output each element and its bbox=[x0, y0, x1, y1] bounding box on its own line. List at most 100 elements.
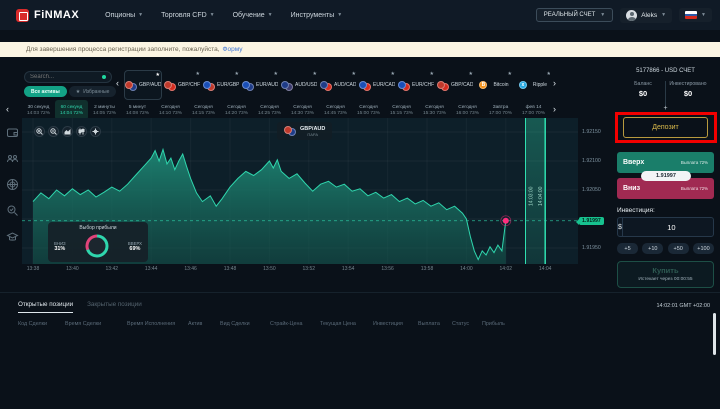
menu-item[interactable]: Обучение ▼ bbox=[233, 12, 273, 19]
area-chart-icon[interactable] bbox=[62, 126, 73, 137]
asset-tab[interactable]: GBP/CAD ★ bbox=[436, 70, 474, 100]
favorite-star-icon[interactable]: ★ bbox=[196, 71, 200, 77]
up-payout: Выплата 72% bbox=[681, 160, 708, 165]
account-selector[interactable]: 5177866 - USD СЧЕТ bbox=[617, 68, 714, 74]
currency-flags-icon bbox=[281, 81, 293, 90]
timeframe-tab[interactable]: фев 14 17:00 70% bbox=[517, 100, 550, 120]
candlestick-chart-icon[interactable] bbox=[76, 126, 87, 137]
finmax-logo[interactable]: FiNMAX bbox=[16, 9, 79, 22]
timeframes-scroll-right[interactable]: › bbox=[553, 105, 556, 114]
x-axis-label: 13:54 bbox=[338, 266, 358, 272]
wallet-icon[interactable] bbox=[6, 126, 19, 139]
asset-tab[interactable]: x Ripple ★ bbox=[514, 70, 550, 100]
education-icon[interactable] bbox=[6, 230, 19, 243]
amount-input[interactable] bbox=[623, 218, 720, 236]
currency-flags-icon bbox=[437, 81, 449, 90]
timeframe-tab[interactable]: 60 секунд 14:04 72% bbox=[55, 100, 88, 120]
asset-tab[interactable]: EUR/GBP ★ bbox=[202, 70, 240, 100]
trade-panel: 5177866 - USD СЧЕТ Баланс $0 Инвестирова… bbox=[617, 68, 714, 74]
timeframe-tab[interactable]: Сегодня 14:45 73% bbox=[319, 100, 352, 120]
y-axis-label: 1.92100 bbox=[582, 158, 601, 164]
user-menu[interactable]: Aleks ▼ bbox=[620, 8, 672, 23]
favorite-star-icon[interactable]: ★ bbox=[391, 71, 395, 77]
asset-tabs: GBP/AUD ★ GBP/CHF ★ EUR/GBP ★ EUR/AUD ★ bbox=[124, 70, 550, 100]
favorite-star-icon[interactable]: ★ bbox=[313, 71, 317, 77]
favorite-star-icon[interactable]: ★ bbox=[508, 71, 512, 77]
server-clock: 14:02:01 GMT +02:00 bbox=[656, 303, 710, 309]
timeframe-tab[interactable]: Сегодня 14:20 73% bbox=[220, 100, 253, 120]
current-price-badge: 1.91997 bbox=[579, 217, 604, 225]
filter-favorites[interactable]: ★ Избранные bbox=[69, 86, 117, 97]
timeframe-tab[interactable]: Сегодня 14:10 73% bbox=[154, 100, 187, 120]
timeframe-tab[interactable]: Сегодня 14:25 73% bbox=[253, 100, 286, 120]
positions-tab[interactable]: Закрытые позиции bbox=[87, 301, 142, 313]
menu-item[interactable]: Торговля CFD ▼ bbox=[161, 12, 215, 19]
asset-tab[interactable]: EUR/CHF ★ bbox=[397, 70, 435, 100]
buy-button[interactable]: Купить Истекает через 00:00:55 bbox=[617, 261, 714, 288]
asset-tab[interactable]: GBP/AUD ★ bbox=[124, 70, 162, 100]
asset-tab[interactable]: AUD/CAD ★ bbox=[319, 70, 357, 100]
timeframe-tab[interactable]: Сегодня 16:00 73% bbox=[451, 100, 484, 120]
registration-notice: Для завершения процесса регистрации запо… bbox=[0, 42, 720, 57]
form-link[interactable]: Форму bbox=[223, 46, 243, 53]
menu-item[interactable]: Инструменты ▼ bbox=[291, 12, 343, 19]
active-pair-badge: GBP/AUD ПАРА bbox=[277, 122, 332, 140]
investment-amount-box: $ bbox=[617, 217, 714, 237]
timeframe-tab[interactable]: 2 минуты 14:05 72% bbox=[88, 100, 121, 120]
quick-add-button[interactable]: +100 bbox=[693, 243, 714, 254]
community-icon[interactable] bbox=[6, 152, 19, 165]
column-header: Выплата bbox=[418, 321, 452, 327]
timeframe-tab[interactable]: Сегодня 15:30 73% bbox=[418, 100, 451, 120]
timeframe-tab[interactable]: Сегодня 14:15 73% bbox=[187, 100, 220, 120]
filter-all-assets[interactable]: Все активы bbox=[24, 86, 67, 97]
language-selector[interactable]: ▼ bbox=[679, 8, 712, 22]
timeframe-tab[interactable]: 5 минут 14:08 72% bbox=[121, 100, 154, 120]
scrollbar-thumb[interactable] bbox=[713, 313, 716, 355]
column-header: Прибыль bbox=[482, 321, 522, 327]
currency-flags-icon bbox=[125, 81, 137, 90]
column-header: Инвестиция bbox=[373, 321, 418, 327]
timeframe-tab[interactable]: 30 секунд 14:03 72% bbox=[22, 100, 55, 120]
asset-tab[interactable]: EUR/CAD ★ bbox=[358, 70, 396, 100]
favorite-star-icon[interactable]: ★ bbox=[235, 71, 239, 77]
timeframe-tab[interactable]: Сегодня 15:00 73% bbox=[352, 100, 385, 120]
asset-tab[interactable]: B Bitcoin ★ bbox=[475, 70, 513, 100]
account-type-dropdown[interactable]: РЕАЛЬНЫЙ СЧЕТ ▼ bbox=[536, 8, 613, 22]
timeframe-tab[interactable]: Сегодня 14:30 73% bbox=[286, 100, 319, 120]
favorite-star-icon[interactable]: ★ bbox=[274, 71, 278, 77]
timeframes-scroll-left[interactable]: ‹ bbox=[6, 105, 9, 114]
favorite-star-icon[interactable]: ★ bbox=[469, 71, 473, 77]
price-chart[interactable]: GBP/AUD ПАРА 14:03:00 14:04:00 Выбор при… bbox=[22, 118, 578, 264]
search-check-icon[interactable] bbox=[6, 204, 19, 217]
positions-tab[interactable]: Открытые позиции bbox=[18, 301, 73, 313]
assets-scroll-left[interactable]: ‹ bbox=[116, 79, 119, 88]
x-axis-label: 13:50 bbox=[259, 266, 279, 272]
assets-scroll-right[interactable]: › bbox=[553, 79, 556, 88]
column-header: Время Исполнения bbox=[127, 321, 188, 327]
favorite-star-icon[interactable]: ★ bbox=[430, 71, 434, 77]
target-icon[interactable] bbox=[6, 178, 19, 191]
search-input[interactable] bbox=[30, 74, 100, 80]
favorite-star-icon[interactable]: ★ bbox=[547, 71, 550, 77]
quick-add-button[interactable]: +5 bbox=[617, 243, 638, 254]
asset-tab[interactable]: EUR/AUD ★ bbox=[241, 70, 279, 100]
menu-item[interactable]: Опционы ▼ bbox=[105, 12, 143, 19]
main-menu: Опционы ▼ Торговля CFD ▼ Обучение ▼ Инст… bbox=[105, 12, 342, 19]
trade-up-button[interactable]: Вверх Выплата 72% bbox=[617, 152, 714, 173]
zoom-out-icon[interactable] bbox=[48, 126, 59, 137]
quick-add-button[interactable]: +10 bbox=[642, 243, 663, 254]
asset-tab[interactable]: AUD/USD ★ bbox=[280, 70, 318, 100]
time-axis: 13:3813:4013:4213:4413:4613:4813:5013:52… bbox=[22, 266, 578, 276]
expand-balance-icon[interactable]: + bbox=[617, 105, 714, 112]
asset-tab[interactable]: GBP/CHF ★ bbox=[163, 70, 201, 100]
favorite-star-icon[interactable]: ★ bbox=[352, 71, 356, 77]
asset-search[interactable] bbox=[24, 71, 112, 83]
y-axis-label: 1.92050 bbox=[582, 187, 601, 193]
crosshair-icon[interactable] bbox=[90, 126, 101, 137]
timeframe-tab[interactable]: Сегодня 15:15 73% bbox=[385, 100, 418, 120]
trade-down-button[interactable]: Вниз Выплата 72% bbox=[617, 178, 714, 199]
quick-add-button[interactable]: +50 bbox=[668, 243, 689, 254]
zoom-in-icon[interactable] bbox=[34, 126, 45, 137]
favorite-star-icon[interactable]: ★ bbox=[156, 72, 160, 78]
timeframe-tab[interactable]: Завтра 17:00 70% bbox=[484, 100, 517, 120]
